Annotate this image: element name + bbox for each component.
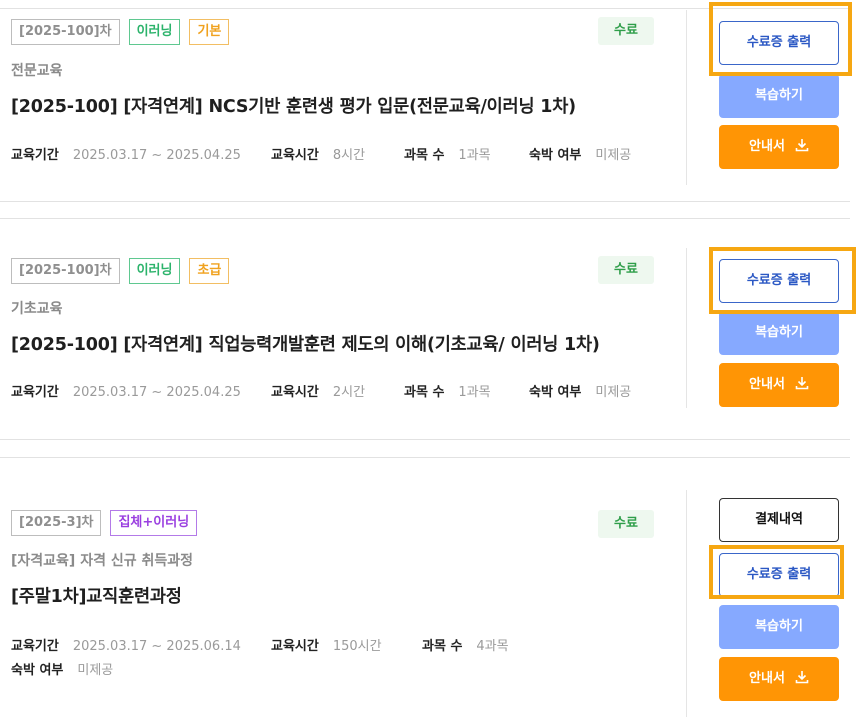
meta-subjects: 과목 수 1과목 — [404, 381, 491, 400]
meta-value: 미제공 — [595, 148, 632, 163]
meta-label: 과목 수 — [422, 639, 463, 654]
guide-button-label: 안내서 — [749, 139, 785, 154]
meta-label: 교육시간 — [271, 639, 319, 654]
download-icon — [795, 139, 809, 152]
blended-tag: 집체+이러닝 — [110, 510, 198, 536]
vertical-divider — [686, 248, 687, 408]
meta-value: 미제공 — [595, 385, 632, 400]
meta-value: 1과목 — [458, 148, 491, 163]
meta-subjects: 과목 수 1과목 — [404, 144, 491, 163]
card-top-border — [0, 218, 850, 219]
meta-label: 교육기간 — [11, 639, 59, 654]
course-title[interactable]: [2025-100] [자격연계] 직업능력개발훈련 제도의 이해(기초교육/ … — [11, 331, 600, 356]
review-button[interactable]: 복습하기 — [719, 74, 839, 118]
level-tag: 기본 — [189, 19, 230, 45]
meta-label: 과목 수 — [404, 148, 445, 163]
meta-label: 교육기간 — [11, 385, 59, 400]
meta-label: 교육시간 — [271, 148, 319, 163]
meta-hours: 교육시간 8시간 — [271, 144, 365, 163]
meta-period: 교육기간 2025.03.17 ~ 2025.04.25 — [11, 144, 241, 163]
status-badge: 수료 — [598, 256, 654, 284]
meta-label: 숙박 여부 — [11, 663, 64, 678]
download-icon — [795, 671, 809, 684]
meta-period: 교육기간 2025.03.17 ~ 2025.04.25 — [11, 381, 241, 400]
card-top-border — [0, 457, 850, 458]
meta-label: 과목 수 — [404, 385, 445, 400]
meta-value: 미제공 — [77, 663, 114, 678]
certificate-print-button[interactable]: 수료증 출력 — [719, 553, 839, 597]
round-tag: [2025-3]차 — [11, 510, 102, 536]
meta-label: 교육기간 — [11, 148, 59, 163]
meta-value: 4과목 — [476, 639, 509, 654]
round-tag: [2025-100]차 — [11, 258, 120, 284]
course-category: 기초교육 — [11, 301, 63, 317]
elearning-tag: 이러닝 — [128, 258, 181, 284]
meta-label: 숙박 여부 — [529, 385, 582, 400]
tag-group: [2025-100]차 이러닝 기본 — [11, 19, 230, 45]
payment-history-button[interactable]: 결제내역 — [719, 498, 839, 542]
download-icon — [795, 377, 809, 390]
meta-subjects: 과목 수 4과목 — [422, 635, 509, 654]
vertical-divider — [686, 10, 687, 185]
tag-group: [2025-100]차 이러닝 초급 — [11, 258, 230, 284]
card-top-border — [0, 8, 850, 9]
meta-value: 150시간 — [332, 639, 382, 654]
meta-period: 교육기간 2025.03.17 ~ 2025.06.14 — [11, 635, 241, 654]
guide-button-label: 안내서 — [749, 377, 785, 392]
tag-group: [2025-3]차 집체+이러닝 — [11, 510, 198, 536]
guide-download-button[interactable]: 안내서 — [719, 657, 839, 701]
meta-hours: 교육시간 2시간 — [271, 381, 365, 400]
meta-value: 2025.03.17 ~ 2025.04.25 — [72, 385, 241, 400]
status-badge: 수료 — [598, 510, 654, 538]
course-category: [자격교육] 자격 신규 취득과정 — [11, 553, 193, 569]
elearning-tag: 이러닝 — [128, 19, 181, 45]
vertical-divider — [686, 490, 687, 717]
card-top-border — [0, 201, 850, 202]
meta-lodging: 숙박 여부 미제공 — [11, 659, 113, 678]
guide-button-label: 안내서 — [749, 671, 785, 686]
meta-label: 교육시간 — [271, 385, 319, 400]
meta-lodging: 숙박 여부 미제공 — [529, 144, 631, 163]
meta-value: 2025.03.17 ~ 2025.04.25 — [72, 148, 241, 163]
status-badge: 수료 — [598, 17, 654, 45]
certificate-print-button[interactable]: 수료증 출력 — [719, 21, 839, 65]
card-top-border — [0, 439, 850, 440]
level-tag: 초급 — [189, 258, 230, 284]
meta-value: 1과목 — [458, 385, 491, 400]
meta-hours: 교육시간 150시간 — [271, 635, 382, 654]
round-tag: [2025-100]차 — [11, 19, 120, 45]
course-title[interactable]: [주말1차]교직훈련과정 — [11, 583, 182, 608]
guide-download-button[interactable]: 안내서 — [719, 125, 839, 169]
review-button[interactable]: 복습하기 — [719, 311, 839, 355]
meta-lodging: 숙박 여부 미제공 — [529, 381, 631, 400]
meta-value: 8시간 — [332, 148, 366, 163]
course-category: 전문교육 — [11, 63, 63, 79]
course-title[interactable]: [2025-100] [자격연계] NCS기반 훈련생 평가 입문(전문교육/이… — [11, 93, 576, 118]
meta-label: 숙박 여부 — [529, 148, 582, 163]
review-button[interactable]: 복습하기 — [719, 605, 839, 649]
meta-value: 2시간 — [332, 385, 366, 400]
guide-download-button[interactable]: 안내서 — [719, 363, 839, 407]
meta-value: 2025.03.17 ~ 2025.06.14 — [72, 639, 241, 654]
certificate-print-button[interactable]: 수료증 출력 — [719, 259, 839, 303]
